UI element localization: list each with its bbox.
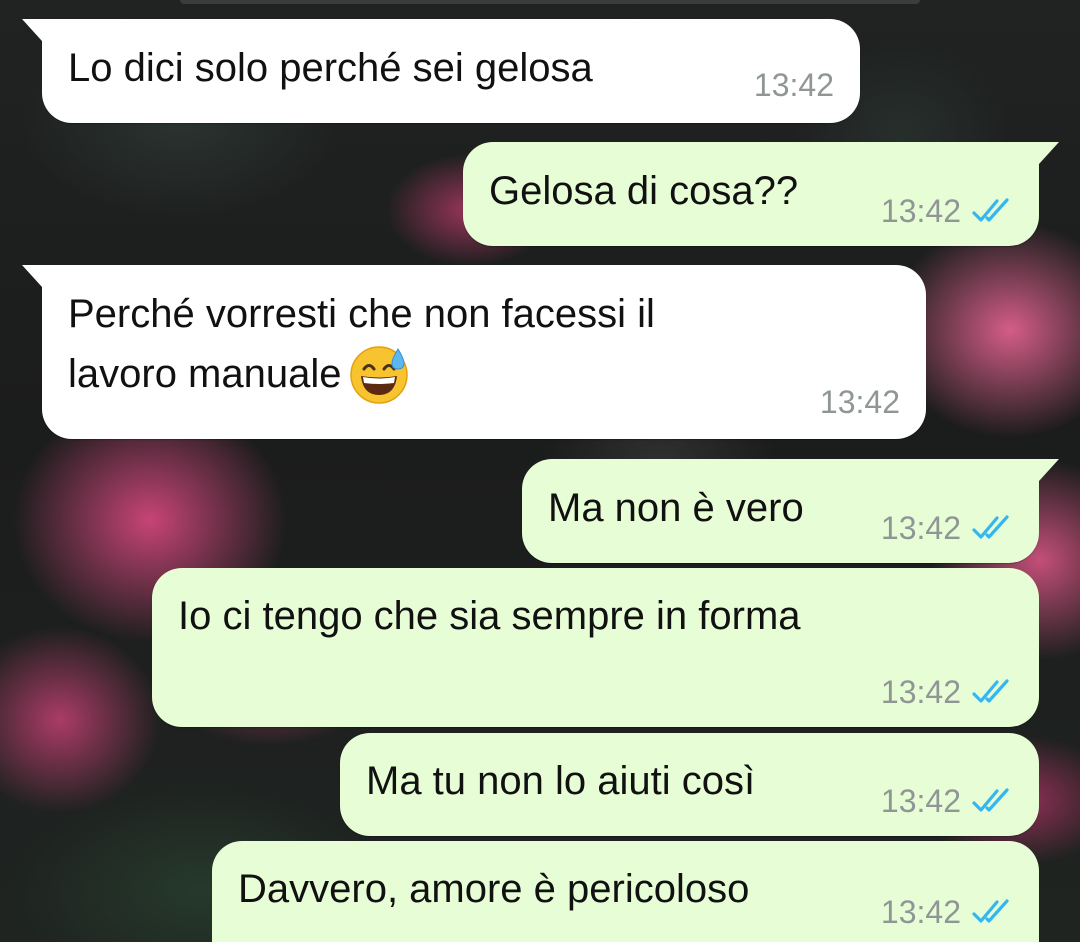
message-meta: 13:42 xyxy=(881,894,1015,930)
message-text: Io ci tengo che sia sempre in forma xyxy=(178,594,801,638)
message-incoming[interactable]: Perché vorresti che non facessi il lavor… xyxy=(22,265,926,439)
previous-message-edge xyxy=(180,0,920,4)
message-time: 13:42 xyxy=(880,193,961,229)
message-outgoing[interactable]: Ma non è vero 13:42 xyxy=(522,459,1059,563)
message-time: 13:42 xyxy=(880,674,961,710)
bubble-tail xyxy=(1039,142,1059,164)
double-check-icon xyxy=(972,899,1009,923)
message-outgoing[interactable]: Gelosa di cosa?? 13:42 xyxy=(463,142,1059,246)
message-incoming[interactable]: Lo dici solo perché sei gelosa 13:42 xyxy=(22,19,860,123)
message-text: Lo dici solo perché sei gelosa xyxy=(68,46,593,90)
message-text: Gelosa di cosa?? xyxy=(489,169,799,213)
message-meta: 13:42 xyxy=(881,783,1015,819)
double-check-icon xyxy=(972,679,1009,703)
message-text-line: Perché vorresti che non facessi il xyxy=(68,292,655,336)
message-meta: 13:42 xyxy=(881,193,1015,229)
message-meta: 13:42 xyxy=(881,510,1015,546)
message-time: 13:42 xyxy=(753,67,834,103)
message-outgoing[interactable]: Davvero, amore è pericoloso 13:42 xyxy=(212,841,1039,942)
message-text: Davvero, amore è pericoloso xyxy=(238,867,750,911)
bubble-tail xyxy=(22,265,42,287)
bubble-tail xyxy=(1039,459,1059,481)
message-outgoing[interactable]: Ma tu non lo aiuti così 13:42 xyxy=(340,733,1039,836)
message-time: 13:42 xyxy=(880,783,961,819)
message-meta: 13:42 xyxy=(881,674,1015,710)
double-check-icon xyxy=(972,198,1009,222)
bubble-tail xyxy=(22,19,42,41)
message-time: 13:42 xyxy=(880,510,961,546)
message-text: Ma tu non lo aiuti così xyxy=(366,759,756,803)
message-meta: 13:42 xyxy=(754,67,834,103)
grinning-face-with-sweat-icon xyxy=(349,346,408,404)
double-check-icon xyxy=(972,788,1009,812)
message-time: 13:42 xyxy=(880,894,961,930)
message-text: Ma non è vero xyxy=(548,486,804,530)
double-check-icon xyxy=(972,515,1009,539)
message-text-line: lavoro manuale xyxy=(68,352,342,396)
message-time: 13:42 xyxy=(819,384,900,420)
message-meta: 13:42 xyxy=(820,384,900,420)
message-text: Perché vorresti che non facessi il lavor… xyxy=(68,285,655,405)
message-outgoing[interactable]: Io ci tengo che sia sempre in forma 13:4… xyxy=(152,568,1039,727)
